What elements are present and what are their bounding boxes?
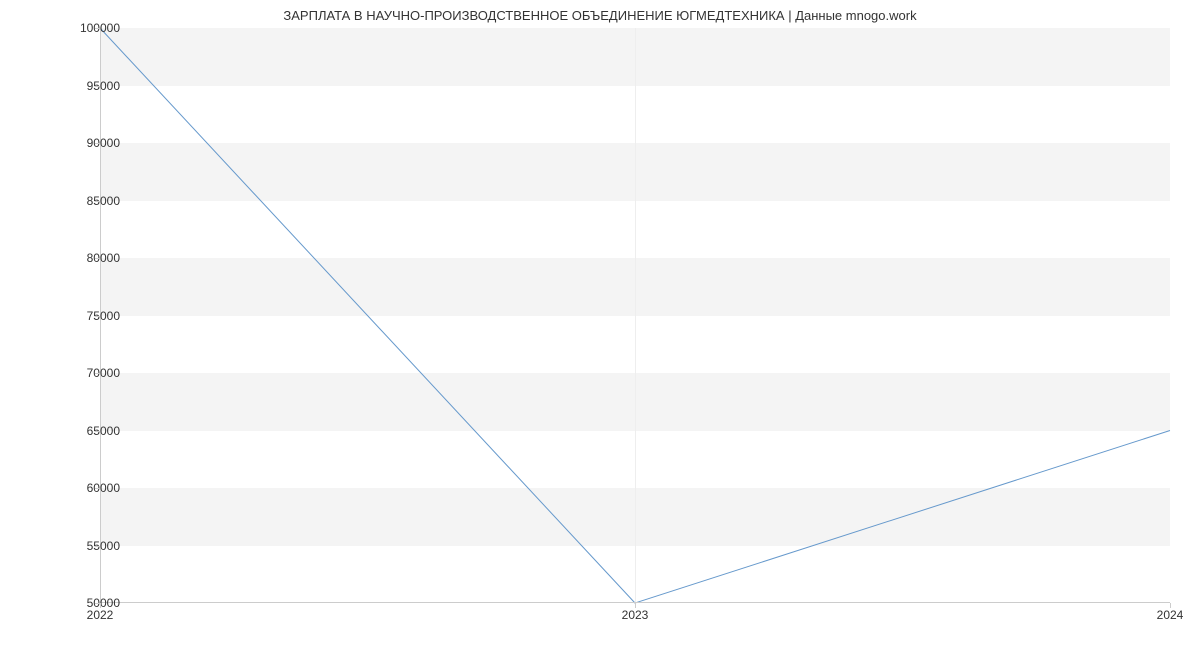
y-tick-mark <box>95 143 100 144</box>
y-tick-label: 55000 <box>87 539 120 553</box>
y-tick-label: 85000 <box>87 194 120 208</box>
x-tick-label: 2023 <box>622 608 649 622</box>
y-tick-mark <box>95 488 100 489</box>
y-tick-mark <box>95 316 100 317</box>
line-series <box>100 28 1170 603</box>
y-tick-mark <box>95 86 100 87</box>
x-tick-mark <box>635 603 636 608</box>
y-tick-mark <box>95 258 100 259</box>
x-tick-label: 2022 <box>87 608 114 622</box>
y-tick-label: 60000 <box>87 481 120 495</box>
y-tick-mark <box>95 201 100 202</box>
chart-title: ЗАРПЛАТА В НАУЧНО-ПРОИЗВОДСТВЕННОЕ ОБЪЕД… <box>0 0 1200 27</box>
x-tick-mark <box>1170 603 1171 608</box>
y-tick-mark <box>95 546 100 547</box>
y-tick-label: 70000 <box>87 366 120 380</box>
y-tick-label: 65000 <box>87 424 120 438</box>
y-tick-mark <box>95 373 100 374</box>
y-tick-label: 90000 <box>87 136 120 150</box>
y-tick-label: 95000 <box>87 79 120 93</box>
y-tick-label: 80000 <box>87 251 120 265</box>
y-tick-mark <box>95 28 100 29</box>
x-tick-mark <box>100 603 101 608</box>
y-tick-mark <box>95 431 100 432</box>
y-tick-label: 75000 <box>87 309 120 323</box>
chart-plot-area <box>100 28 1170 603</box>
x-tick-label: 2024 <box>1157 608 1184 622</box>
